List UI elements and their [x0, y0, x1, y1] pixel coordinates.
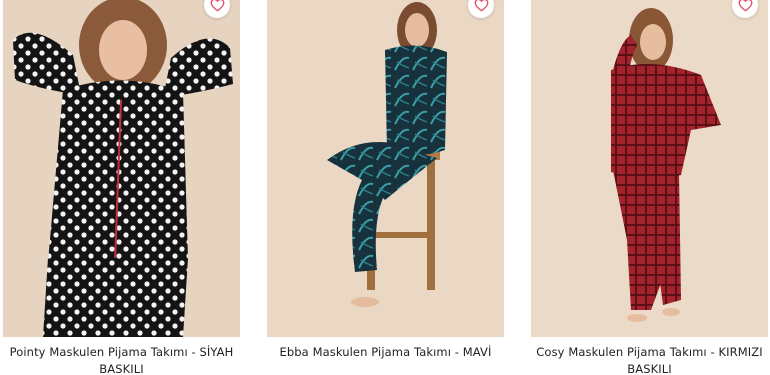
- product-image[interactable]: [3, 0, 240, 337]
- heart-icon: [210, 0, 224, 12]
- product-photo-illustration: [3, 0, 240, 337]
- product-card[interactable]: Ebba Maskulen Pijama Takımı - MAVİ: [267, 0, 504, 375]
- product-image[interactable]: [267, 0, 504, 337]
- product-grid: Pointy Maskulen Pijama Takımı - SİYAH BA…: [0, 0, 770, 375]
- product-photo-illustration: [267, 0, 504, 337]
- product-photo-illustration: [531, 0, 768, 337]
- product-title[interactable]: Ebba Maskulen Pijama Takımı - MAVİ: [259, 344, 512, 361]
- product-card[interactable]: Pointy Maskulen Pijama Takımı - SİYAH BA…: [3, 0, 240, 375]
- product-title[interactable]: Pointy Maskulen Pijama Takımı - SİYAH BA…: [0, 344, 248, 375]
- product-title[interactable]: Cosy Maskulen Pijama Takımı - KIRMIZI BA…: [523, 344, 770, 375]
- heart-icon: [474, 0, 488, 12]
- heart-icon: [738, 0, 752, 12]
- product-card[interactable]: Cosy Maskulen Pijama Takımı - KIRMIZI BA…: [531, 0, 768, 375]
- product-image[interactable]: [531, 0, 768, 337]
